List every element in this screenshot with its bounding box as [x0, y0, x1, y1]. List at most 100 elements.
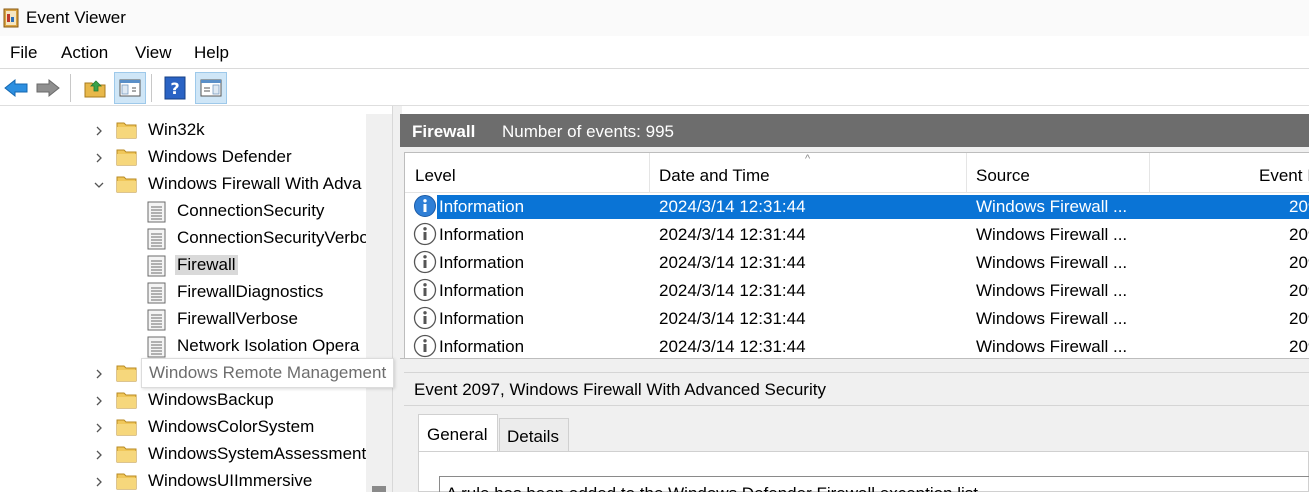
tree-item-label: WindowsBackup: [148, 390, 274, 409]
tree-item-windows-system-assessment[interactable]: WindowsSystemAssessment: [0, 441, 392, 468]
cell-level: Information: [439, 225, 525, 244]
tree-item-label: ConnectionSecurity: [177, 201, 325, 220]
event-row[interactable]: Information 2024/3/14 12:31:44 Windows F…: [405, 277, 1309, 305]
up-folder-icon: [84, 80, 106, 98]
folder-icon: [116, 446, 137, 463]
tab-details[interactable]: Details: [499, 418, 569, 452]
tree-item-label: Windows Firewall With Adva: [148, 174, 362, 193]
tree-item-windows-color-system[interactable]: WindowsColorSystem: [0, 414, 392, 441]
help-icon: ?: [164, 76, 186, 100]
menu-view[interactable]: View: [135, 43, 172, 63]
tree-item-windows-backup[interactable]: WindowsBackup: [0, 387, 392, 414]
events-grid[interactable]: Level Date and Time ^ Source Event I Inf…: [404, 152, 1309, 358]
column-header-source[interactable]: Source: [967, 153, 1150, 193]
tree-item-firewall-diagnostics[interactable]: FirewallDiagnostics: [0, 279, 392, 306]
show-hide-action-pane-button[interactable]: [195, 72, 227, 104]
back-button[interactable]: [0, 72, 32, 104]
tree-item-tooltip: Windows Remote Management: [141, 358, 395, 388]
row-selection: [437, 195, 1309, 219]
cell-source: Windows Firewall ...: [976, 253, 1128, 272]
chevron-right-icon[interactable]: [93, 468, 105, 492]
folder-icon: [116, 473, 137, 490]
tree-item-label: WindowsUIImmersive: [148, 471, 313, 490]
cell-date: 2024/3/14 12:31:44: [659, 197, 806, 216]
console-tree[interactable]: Win32k Windows Defender Windows Firewall…: [0, 114, 392, 492]
cell-event-id: 209: [1289, 225, 1309, 244]
back-icon: [4, 78, 28, 98]
event-count: Number of events: 995: [502, 122, 674, 141]
event-log-icon: [147, 282, 166, 304]
cell-source: Windows Firewall ...: [976, 309, 1128, 328]
menu-bar: File Action View Help: [0, 36, 1309, 69]
tree-item-label: Win32k: [148, 120, 205, 139]
cell-date: 2024/3/14 12:31:44: [659, 337, 806, 356]
menu-action[interactable]: Action: [61, 43, 108, 63]
tree-item-label: Firewall: [175, 255, 238, 275]
tab-general[interactable]: General: [418, 414, 498, 452]
help-button[interactable]: ?: [159, 72, 191, 104]
event-viewer-app-icon: [3, 8, 19, 28]
tree-item-windows-defender[interactable]: Windows Defender: [0, 144, 392, 171]
information-icon: [413, 222, 437, 246]
information-icon: [413, 334, 437, 358]
preview-splitter[interactable]: [400, 358, 1309, 372]
cell-level: Information: [439, 309, 525, 328]
tree-scrollbar[interactable]: [366, 114, 392, 492]
cell-date: 2024/3/14 12:31:44: [659, 281, 806, 300]
general-tab-body: A rule has been added to the Windows Def…: [418, 451, 1309, 492]
chevron-down-icon[interactable]: [93, 171, 105, 198]
tree-item-firewall[interactable]: Firewall: [0, 252, 392, 279]
event-row[interactable]: Information 2024/3/14 12:31:44 Windows F…: [405, 193, 1309, 221]
information-icon: [413, 306, 437, 330]
forward-button[interactable]: [32, 72, 64, 104]
folder-open-icon: [116, 176, 137, 193]
toolbar: ?: [0, 70, 1309, 106]
tree-item-windows-firewall[interactable]: Windows Firewall With Adva: [0, 171, 392, 198]
tree-item-label: WindowsSystemAssessment: [148, 444, 367, 463]
tree-item-label: Network Isolation Opera: [177, 336, 360, 355]
cell-event-id: 209: [1289, 309, 1309, 328]
tree-item-win32k[interactable]: Win32k: [0, 117, 392, 144]
tree-item-firewall-verbose[interactable]: FirewallVerbose: [0, 306, 392, 333]
menu-file[interactable]: File: [10, 43, 37, 63]
tree-item-label: WindowsColorSystem: [148, 417, 315, 436]
event-detail-header: Event 2097, Windows Firewall With Advanc…: [404, 372, 1309, 406]
menu-help[interactable]: Help: [194, 43, 229, 63]
event-row[interactable]: Information 2024/3/14 12:31:44 Windows F…: [405, 305, 1309, 333]
folder-icon: [116, 122, 137, 139]
chevron-right-icon[interactable]: [93, 441, 105, 468]
svg-text:?: ?: [170, 79, 179, 98]
event-description-box[interactable]: A rule has been added to the Windows Def…: [439, 476, 1309, 492]
tree-item-connection-security[interactable]: ConnectionSecurity: [0, 198, 392, 225]
cell-event-id: 209: [1289, 281, 1309, 300]
information-icon: [413, 278, 437, 302]
event-log-icon: [147, 309, 166, 331]
up-one-level-button[interactable]: [79, 72, 111, 104]
folder-icon: [116, 149, 137, 166]
information-icon: [413, 250, 437, 274]
show-hide-console-tree-button[interactable]: [114, 72, 146, 104]
cell-event-id: 209: [1289, 253, 1309, 272]
event-row[interactable]: Information 2024/3/14 12:31:44 Windows F…: [405, 221, 1309, 249]
column-header-level[interactable]: Level: [405, 153, 650, 193]
tooltip-layer: Windows Remote Management: [0, 358, 410, 390]
show-hide-action-pane-icon: [200, 79, 222, 97]
tree-item-windows-ui-immersive[interactable]: WindowsUIImmersive: [0, 468, 392, 492]
folder-icon: [116, 419, 137, 436]
chevron-right-icon[interactable]: [93, 117, 105, 144]
tree-item-label: ConnectionSecurityVerbo: [177, 228, 369, 247]
forward-icon: [36, 78, 60, 98]
toolbar-separator: [151, 74, 152, 102]
cell-source: Windows Firewall ...: [976, 225, 1128, 244]
window-title: Event Viewer: [26, 8, 126, 27]
chevron-right-icon[interactable]: [93, 414, 105, 441]
event-row[interactable]: Information 2024/3/14 12:31:44 Windows F…: [405, 249, 1309, 277]
tree-item-connection-security-verbose[interactable]: ConnectionSecurityVerbo: [0, 225, 392, 252]
column-header-event-id[interactable]: Event I: [1150, 153, 1309, 193]
title-bar: Event Viewer: [0, 0, 1309, 36]
chevron-right-icon[interactable]: [93, 144, 105, 171]
event-row[interactable]: Information 2024/3/14 12:31:44 Windows F…: [405, 333, 1309, 358]
tree-item-network-isolation[interactable]: Network Isolation Opera: [0, 333, 392, 360]
tree-scrollbar-thumb[interactable]: [372, 486, 386, 492]
chevron-right-icon[interactable]: [93, 387, 105, 414]
